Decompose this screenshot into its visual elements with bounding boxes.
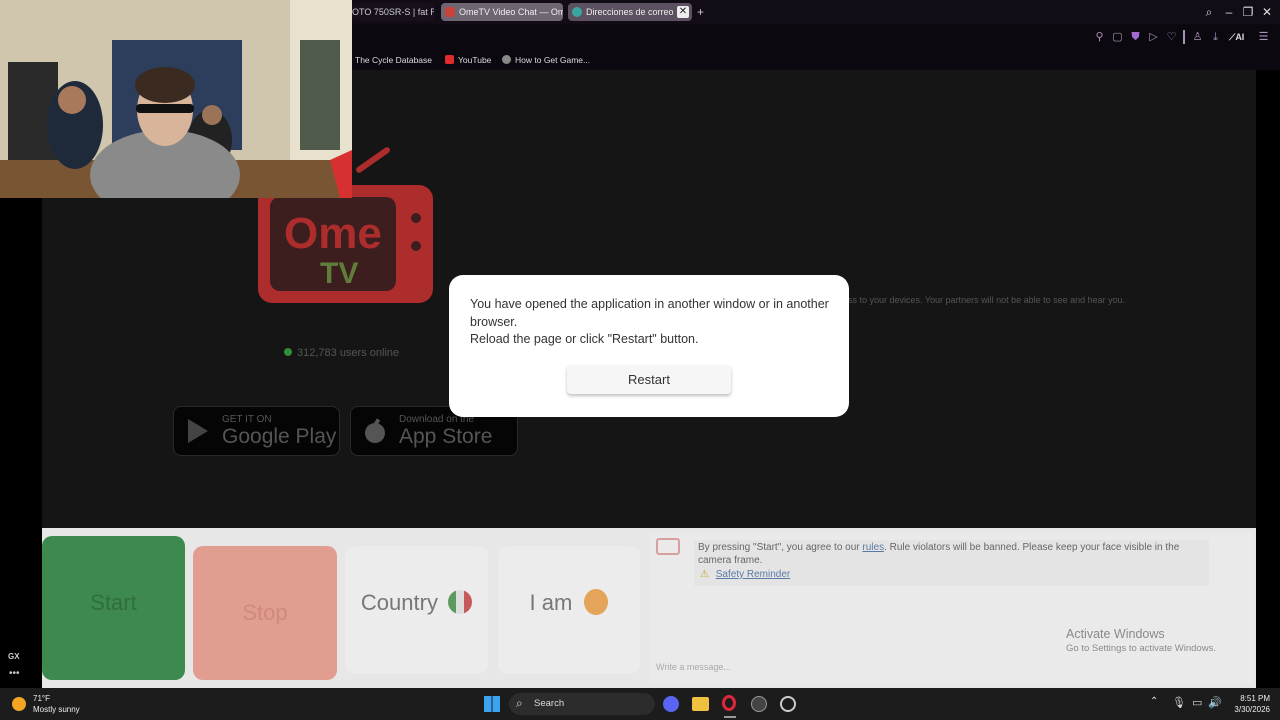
tab-ometv[interactable]: OmeTV Video Chat — Ome xyxy=(441,3,563,21)
bookmark-cycle-database[interactable]: The Cycle Database xyxy=(346,54,432,66)
steam-icon[interactable] xyxy=(780,696,796,712)
bookmark-how-to-get-game[interactable]: How to Get Game... xyxy=(502,54,590,66)
microphone-icon[interactable]: 🎙 xyxy=(1172,696,1186,709)
google-play-icon xyxy=(188,419,208,443)
webcam-overlay xyxy=(0,0,352,198)
clock-date: 3/30/2026 xyxy=(1234,705,1270,714)
account-icon[interactable]: ♙ xyxy=(1191,31,1204,44)
restart-button[interactable]: Restart xyxy=(567,365,731,394)
globe-favicon-icon xyxy=(572,7,582,17)
close-tab-icon[interactable]: ✕ xyxy=(677,6,689,18)
country-button[interactable]: Country xyxy=(345,546,488,674)
play-icon[interactable]: ▷ xyxy=(1147,31,1160,44)
bookmark-youtube[interactable]: YouTube xyxy=(445,54,491,66)
close-window-icon[interactable]: ✕ xyxy=(1260,5,1274,19)
apple-icon xyxy=(365,418,385,443)
chat-input[interactable]: Write a message... xyxy=(656,662,1236,672)
heart-icon[interactable]: ♡ xyxy=(1165,31,1178,44)
tray-chevron-icon[interactable]: ⌃ xyxy=(1150,696,1158,707)
search-icon: ⌕ xyxy=(516,696,523,710)
dialog-instruction: Reload the page or click "Restart" butto… xyxy=(470,332,699,346)
windows-start-icon[interactable] xyxy=(484,696,500,712)
weather-widget[interactable]: 71°F Mostly sunny xyxy=(12,694,92,716)
duplicate-window-dialog: You have opened the application in anoth… xyxy=(449,275,849,417)
weather-desc: Mostly sunny xyxy=(33,705,80,714)
discord-icon[interactable] xyxy=(663,696,679,712)
volume-icon[interactable]: 🔊 xyxy=(1208,696,1222,709)
logo-text-ome: Ome xyxy=(284,209,382,258)
obs-icon[interactable] xyxy=(751,696,767,712)
snapshot-icon[interactable]: ▢ xyxy=(1111,31,1124,44)
dialog-message: You have opened the application in anoth… xyxy=(470,297,829,329)
rules-link[interactable]: rules xyxy=(862,542,884,553)
boy-emoji-icon xyxy=(584,589,609,615)
ometv-logo: Ome TV xyxy=(258,146,433,303)
users-online: 312,783 users online xyxy=(284,347,399,359)
chat-rules-notice: By pressing "Start", you agree to our ru… xyxy=(694,540,1209,586)
clock-time: 8:51 PM xyxy=(1240,694,1270,703)
watermark-subtitle: Go to Settings to activate Windows. xyxy=(1066,643,1216,654)
online-dot-icon xyxy=(284,348,292,356)
taskbar-search[interactable]: ⌕ Search xyxy=(509,693,655,715)
webcam-feed-image xyxy=(0,0,352,198)
gx-logo[interactable]: GX xyxy=(8,652,20,661)
clock[interactable]: 8:51 PM 3/30/2026 xyxy=(1226,693,1270,715)
minimize-icon[interactable]: – xyxy=(1222,5,1236,19)
file-explorer-icon[interactable] xyxy=(692,697,709,711)
ai-button[interactable]: ⟋AI xyxy=(1229,32,1244,43)
privacy-note: ss to your devices. Your partners will n… xyxy=(848,295,1126,305)
chat-notice-icon xyxy=(656,538,680,555)
gender-button[interactable]: I am xyxy=(498,546,640,674)
sidebar-more-icon[interactable]: ••• xyxy=(9,668,20,679)
windows-taskbar: 71°F Mostly sunny ⌕ Search ⌃ 🎙 ▭ 🔊 8:51 … xyxy=(0,688,1280,720)
new-tab-button[interactable]: + xyxy=(697,5,704,19)
network-icon[interactable]: ▭ xyxy=(1192,696,1202,709)
active-app-indicator xyxy=(724,716,736,718)
safety-reminder-link[interactable]: Safety Reminder xyxy=(716,569,790,580)
pin-icon[interactable]: ⚲ xyxy=(1093,31,1106,44)
warning-icon: ⚠ xyxy=(700,569,709,580)
toolbar-divider xyxy=(1183,30,1185,44)
mexico-flag-icon xyxy=(448,590,473,614)
start-button[interactable]: Start xyxy=(42,536,185,680)
logo-knob-icon xyxy=(411,213,421,223)
search-tabs-icon[interactable]: ⌕ xyxy=(1202,5,1216,19)
logo-screen: Ome TV xyxy=(270,197,396,291)
opera-gx-icon[interactable] xyxy=(722,695,736,711)
stop-button[interactable]: Stop xyxy=(193,546,337,680)
weather-temp: 71°F xyxy=(33,694,50,703)
shield-icon[interactable]: ⛊ xyxy=(1129,31,1142,44)
page-edge xyxy=(1256,70,1280,688)
sun-icon xyxy=(12,697,26,711)
activate-windows-watermark: Activate Windows Go to Settings to activ… xyxy=(1066,627,1216,654)
tab-direcciones[interactable]: Direcciones de correo xyxy=(568,3,692,21)
restore-icon[interactable]: ❐ xyxy=(1241,5,1255,19)
google-play-badge[interactable]: GET IT ON Google Play xyxy=(173,406,340,456)
bookmark-favicon-icon xyxy=(502,55,511,64)
tab-oto[interactable]: OTO 750SR-S | fat R... xyxy=(352,3,434,21)
download-icon[interactable]: ⤓ xyxy=(1209,31,1222,44)
youtube-icon xyxy=(445,55,454,64)
watermark-title: Activate Windows xyxy=(1066,627,1165,641)
ometv-favicon-icon xyxy=(445,7,455,17)
logo-text-tv: TV xyxy=(320,257,359,290)
logo-knob-icon xyxy=(411,241,421,251)
menu-icon[interactable]: ☰ xyxy=(1257,31,1270,44)
